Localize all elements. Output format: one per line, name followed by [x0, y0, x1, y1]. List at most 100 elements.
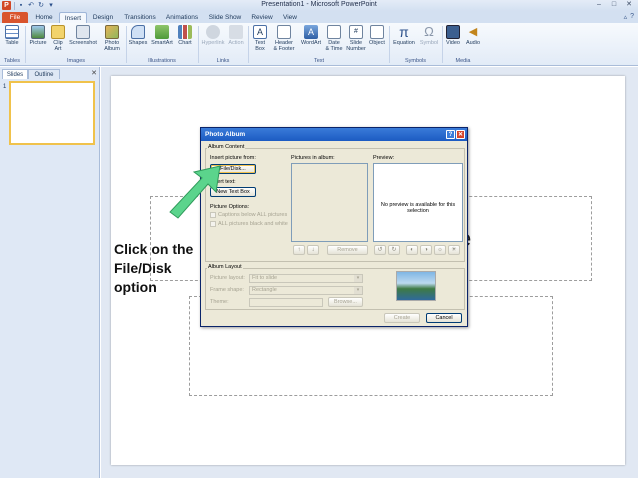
- help-icon[interactable]: ?: [446, 130, 455, 139]
- pictures-list[interactable]: [291, 163, 368, 242]
- screenshot-button[interactable]: Screenshot: [68, 25, 98, 56]
- omega-icon: Ω: [424, 24, 434, 39]
- smartart-icon: [155, 25, 169, 39]
- symbol-button[interactable]: Ω Symbol: [418, 25, 440, 56]
- window-title: Presentation1 - Microsoft PowerPoint: [261, 1, 377, 8]
- picture-icon: [31, 25, 45, 39]
- action-icon: [229, 25, 243, 39]
- tab-insert[interactable]: Insert: [59, 12, 87, 23]
- action-button[interactable]: Action: [227, 25, 245, 56]
- speaker-icon: ◀: [468, 26, 478, 38]
- clip-art-button[interactable]: Clip Art: [50, 25, 66, 56]
- picture-layout-value: Fit to slide: [252, 275, 278, 281]
- group-separator: [442, 26, 443, 63]
- photo-album-dialog: Photo Album ? ✕ Album Content Insert pic…: [200, 127, 468, 327]
- rotate-right-icon[interactable]: ↻: [388, 245, 400, 255]
- text-box-button[interactable]: A Text Box: [251, 25, 269, 56]
- move-down-button[interactable]: ↓: [307, 245, 319, 255]
- picture-layout-label: Picture layout:: [210, 275, 245, 281]
- screenshot-icon: [76, 25, 90, 39]
- close-pane-icon[interactable]: ✕: [91, 69, 97, 77]
- rotate-left-icon[interactable]: ↺: [374, 245, 386, 255]
- black-white-checkbox[interactable]: [210, 221, 216, 227]
- header-footer-icon: [277, 25, 291, 39]
- tab-animations[interactable]: Animations: [163, 12, 201, 23]
- group-label-links: Links: [216, 58, 230, 64]
- group-label-illustrations: Illustrations: [148, 58, 176, 64]
- tab-home[interactable]: Home: [31, 12, 57, 23]
- video-button[interactable]: Video: [444, 25, 462, 56]
- group-separator: [198, 26, 199, 63]
- dialog-title-bar[interactable]: Photo Album ? ✕: [201, 128, 467, 141]
- tab-design[interactable]: Design: [89, 12, 117, 23]
- group-separator: [389, 26, 390, 63]
- browse-button[interactable]: Browse...: [328, 297, 363, 307]
- chevron-down-icon: ▾: [354, 275, 362, 282]
- equation-button[interactable]: π Equation: [391, 25, 417, 56]
- group-label-images: Images: [66, 58, 86, 64]
- theme-field[interactable]: [249, 298, 323, 307]
- instruction-caption: Click on the File/Disk option: [114, 240, 198, 297]
- tab-slide-show[interactable]: Slide Show: [205, 12, 245, 23]
- smartart-button[interactable]: SmartArt: [150, 25, 174, 56]
- slide-thumbnail[interactable]: [9, 81, 95, 145]
- picture-layout-dropdown[interactable]: Fit to slide ▾: [249, 274, 363, 283]
- frame-shape-value: Rectangle: [252, 287, 277, 293]
- close-icon[interactable]: ✕: [622, 0, 636, 9]
- pointer-arrow-icon: [169, 165, 221, 219]
- preview-pane: No preview is available for this selecti…: [373, 163, 463, 242]
- table-button[interactable]: Table: [3, 25, 21, 56]
- close-icon[interactable]: ✕: [456, 130, 465, 139]
- brightness-up-icon[interactable]: ☼: [434, 245, 446, 255]
- pictures-in-album-label: Pictures in album:: [291, 155, 335, 161]
- slide-thumbnail-number: 1: [3, 84, 7, 90]
- tab-view[interactable]: View: [279, 12, 301, 23]
- black-white-label: ALL pictures black and white: [218, 221, 288, 227]
- remove-button[interactable]: Remove: [327, 245, 368, 255]
- tab-slides[interactable]: Slides: [2, 69, 28, 79]
- wordart-icon: A: [304, 25, 318, 39]
- cancel-button[interactable]: Cancel: [426, 313, 462, 323]
- shapes-icon: [131, 25, 145, 39]
- tab-review[interactable]: Review: [249, 12, 275, 23]
- wordart-button[interactable]: A WordArt: [299, 25, 323, 56]
- frame-shape-dropdown[interactable]: Rectangle ▾: [249, 286, 363, 295]
- album-content-legend: Album Content: [207, 144, 246, 150]
- maximize-icon[interactable]: □: [607, 0, 621, 9]
- album-layout-legend: Album Layout: [207, 264, 243, 270]
- help-icon[interactable]: ?: [630, 13, 634, 21]
- tab-transitions[interactable]: Transitions: [121, 12, 159, 23]
- group-separator: [126, 26, 127, 63]
- chart-button[interactable]: Chart: [176, 25, 194, 56]
- frame-shape-label: Frame shape:: [210, 287, 244, 293]
- slide-number-button[interactable]: # Slide Number: [345, 25, 367, 56]
- video-icon: [446, 25, 460, 39]
- move-up-button[interactable]: ↑: [293, 245, 305, 255]
- text-box-icon: A: [253, 25, 267, 39]
- clip-art-icon: [51, 25, 65, 39]
- tab-file[interactable]: File: [2, 12, 28, 23]
- caption-line: File/Disk: [114, 260, 172, 276]
- slide-number-icon: #: [349, 25, 363, 39]
- layout-preview-image: [396, 271, 436, 301]
- preview-label: Preview:: [373, 155, 395, 161]
- minimize-ribbon-icon[interactable]: ▵: [624, 13, 628, 21]
- hyperlink-button[interactable]: Hyperlink: [200, 25, 226, 56]
- brightness-down-icon[interactable]: ☀: [448, 245, 460, 255]
- object-button[interactable]: Object: [367, 25, 387, 56]
- contrast-down-icon[interactable]: ◑: [420, 245, 432, 255]
- picture-button[interactable]: Picture: [28, 25, 48, 56]
- date-time-button[interactable]: Date & Time: [324, 25, 344, 56]
- table-icon: [5, 25, 19, 39]
- minimize-icon[interactable]: –: [592, 0, 606, 9]
- audio-button[interactable]: ◀ Audio: [464, 25, 482, 56]
- dialog-title: Photo Album: [205, 131, 246, 138]
- caption-line: Click on the: [114, 241, 194, 257]
- create-button[interactable]: Create: [384, 313, 420, 323]
- photo-album-button[interactable]: Photo Album: [100, 25, 124, 56]
- shapes-button[interactable]: Shapes: [128, 25, 148, 56]
- contrast-up-icon[interactable]: ◐: [406, 245, 418, 255]
- ribbon-tabs: File Home Insert Design Transitions Anim…: [0, 11, 638, 23]
- tab-outline[interactable]: Outline: [28, 69, 60, 79]
- header-footer-button[interactable]: Header & Footer: [271, 25, 297, 56]
